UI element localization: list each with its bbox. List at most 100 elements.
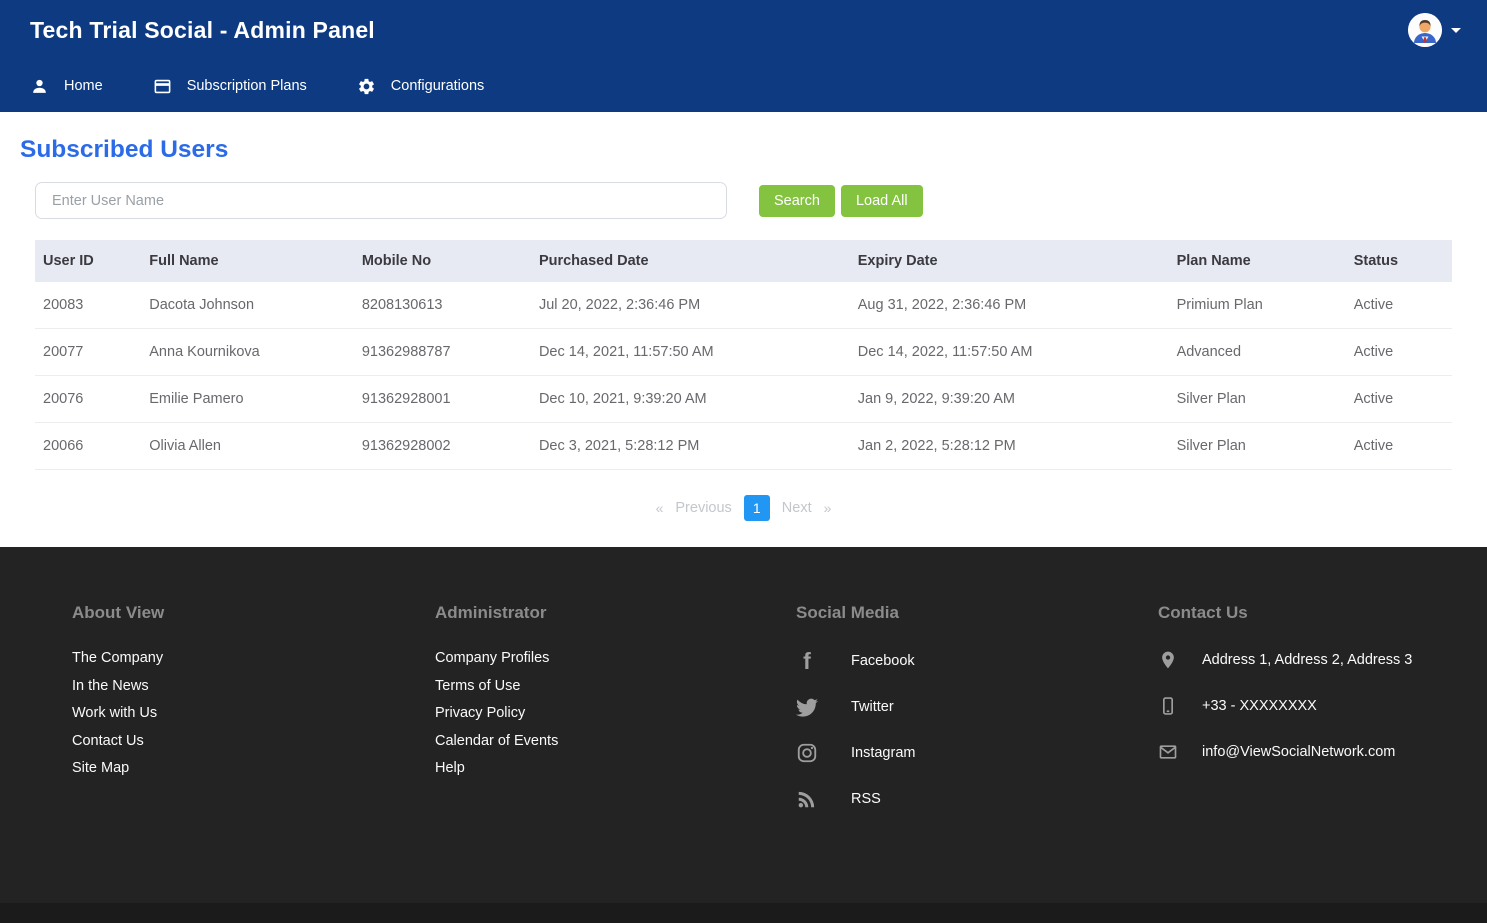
cell-full-name: Olivia Allen [141,423,354,470]
table-row: 20083 Dacota Johnson 8208130613 Jul 20, … [35,282,1452,329]
table-row: 20076 Emilie Pamero 91362928001 Dec 10, … [35,376,1452,423]
social-link-twitter[interactable]: Twitter [796,695,1158,719]
search-row: Search Load All [35,182,1452,219]
user-menu[interactable] [1408,13,1461,47]
social-label-twitter: Twitter [851,699,894,715]
pagination-first-arrow[interactable]: « [656,500,664,516]
rss-icon [796,788,818,810]
cell-user-id: 20083 [35,282,141,329]
contact-email[interactable]: info@ViewSocialNetwork.com [1158,741,1416,763]
cell-full-name: Dacota Johnson [141,282,354,329]
footer-heading-administrator: Administrator [435,603,796,623]
avatar[interactable] [1408,13,1442,47]
cell-status: Active [1346,282,1452,329]
page-footer: About View The Company In the News Work … [0,547,1487,903]
social-link-instagram[interactable]: Instagram [796,741,1158,765]
col-header-plan-name: Plan Name [1169,240,1346,282]
table-row: 20077 Anna Kournikova 91362988787 Dec 14… [35,329,1452,376]
cell-purchased-date: Jul 20, 2022, 2:36:46 PM [531,282,850,329]
table-header: User ID Full Name Mobile No Purchased Da… [35,240,1452,282]
cell-purchased-date: Dec 14, 2021, 11:57:50 AM [531,329,850,376]
col-header-full-name: Full Name [141,240,354,282]
facebook-icon: f [796,650,818,672]
search-button[interactable]: Search [759,185,835,217]
cell-user-id: 20076 [35,376,141,423]
avatar-image [1408,13,1442,47]
social-label-rss: RSS [851,791,881,807]
pagination-last-arrow[interactable]: » [824,500,832,516]
main-content: Subscribed Users Search Load All User ID… [0,112,1487,547]
top-header: Tech Trial Social - Admin Panel [0,0,1487,112]
cell-plan-name: Silver Plan [1169,376,1346,423]
col-header-purchased-date: Purchased Date [531,240,850,282]
pagination-page-1[interactable]: 1 [744,495,770,521]
cell-plan-name: Advanced [1169,329,1346,376]
social-link-rss[interactable]: RSS [796,787,1158,811]
cell-user-id: 20066 [35,423,141,470]
pagination-previous[interactable]: Previous [675,500,731,516]
footer-link-in-the-news[interactable]: In the News [72,677,435,695]
cell-status: Active [1346,329,1452,376]
cell-purchased-date: Dec 3, 2021, 5:28:12 PM [531,423,850,470]
cell-plan-name: Silver Plan [1169,423,1346,470]
col-header-expiry-date: Expiry Date [850,240,1169,282]
cell-full-name: Emilie Pamero [141,376,354,423]
footer-link-help[interactable]: Help [435,759,796,777]
subscribed-users-table: User ID Full Name Mobile No Purchased Da… [35,240,1452,470]
footer-link-privacy-policy[interactable]: Privacy Policy [435,704,796,722]
page-title: Subscribed Users [20,136,1452,164]
footer-link-company-profiles[interactable]: Company Profiles [435,649,796,667]
footer-link-calendar-of-events[interactable]: Calendar of Events [435,732,796,750]
footer-col-about: About View The Company In the News Work … [72,603,435,903]
social-label-instagram: Instagram [851,745,915,761]
location-icon [1158,650,1178,670]
cell-full-name: Anna Kournikova [141,329,354,376]
contact-address: Address 1, Address 2, Address 3 [1158,649,1416,671]
cell-user-id: 20077 [35,329,141,376]
nav-item-home[interactable]: Home [30,77,103,96]
app-title: Tech Trial Social - Admin Panel [30,17,375,44]
twitter-icon [796,696,818,718]
contact-email-text[interactable]: info@ViewSocialNetwork.com [1202,744,1395,760]
bottom-bar [0,903,1487,923]
gear-icon [357,77,376,96]
email-icon [1158,742,1178,762]
chevron-down-icon[interactable] [1451,28,1461,33]
pagination: « Previous 1 Next » [35,495,1452,521]
header-title-row: Tech Trial Social - Admin Panel [0,0,1487,60]
mobile-phone-icon [1158,696,1178,716]
col-header-status: Status [1346,240,1452,282]
search-input[interactable] [35,182,727,219]
footer-link-the-company[interactable]: The Company [72,649,435,667]
nav-item-configurations[interactable]: Configurations [357,77,485,96]
cell-purchased-date: Dec 10, 2021, 9:39:20 AM [531,376,850,423]
footer-link-site-map[interactable]: Site Map [72,759,435,777]
contact-phone-text: +33 - XXXXXXXX [1202,698,1317,714]
table-row: 20066 Olivia Allen 91362928002 Dec 3, 20… [35,423,1452,470]
cell-status: Active [1346,376,1452,423]
social-label-facebook: Facebook [851,653,915,669]
button-group: Search Load All [759,185,923,217]
social-link-facebook[interactable]: f Facebook [796,649,1158,673]
footer-col-social: Social Media f Facebook Twitter Instagra… [796,603,1158,903]
cell-mobile-no: 91362928002 [354,423,531,470]
nav-item-subscription-plans[interactable]: Subscription Plans [153,77,307,96]
person-icon [30,77,49,96]
cell-mobile-no: 91362928001 [354,376,531,423]
footer-heading-social: Social Media [796,603,1158,623]
cell-expiry-date: Jan 9, 2022, 9:39:20 AM [850,376,1169,423]
instagram-icon [796,742,818,764]
nav-label-home: Home [64,78,103,94]
footer-link-work-with-us[interactable]: Work with Us [72,704,435,722]
footer-col-administrator: Administrator Company Profiles Terms of … [435,603,796,903]
footer-link-contact-us[interactable]: Contact Us [72,732,435,750]
pagination-next[interactable]: Next [782,500,812,516]
footer-link-terms-of-use[interactable]: Terms of Use [435,677,796,695]
main-nav: Home Subscription Plans Configurations [0,60,1487,112]
footer-heading-about: About View [72,603,435,623]
cell-mobile-no: 8208130613 [354,282,531,329]
cell-status: Active [1346,423,1452,470]
col-header-user-id: User ID [35,240,141,282]
table-body: 20083 Dacota Johnson 8208130613 Jul 20, … [35,282,1452,470]
load-all-button[interactable]: Load All [841,185,923,217]
